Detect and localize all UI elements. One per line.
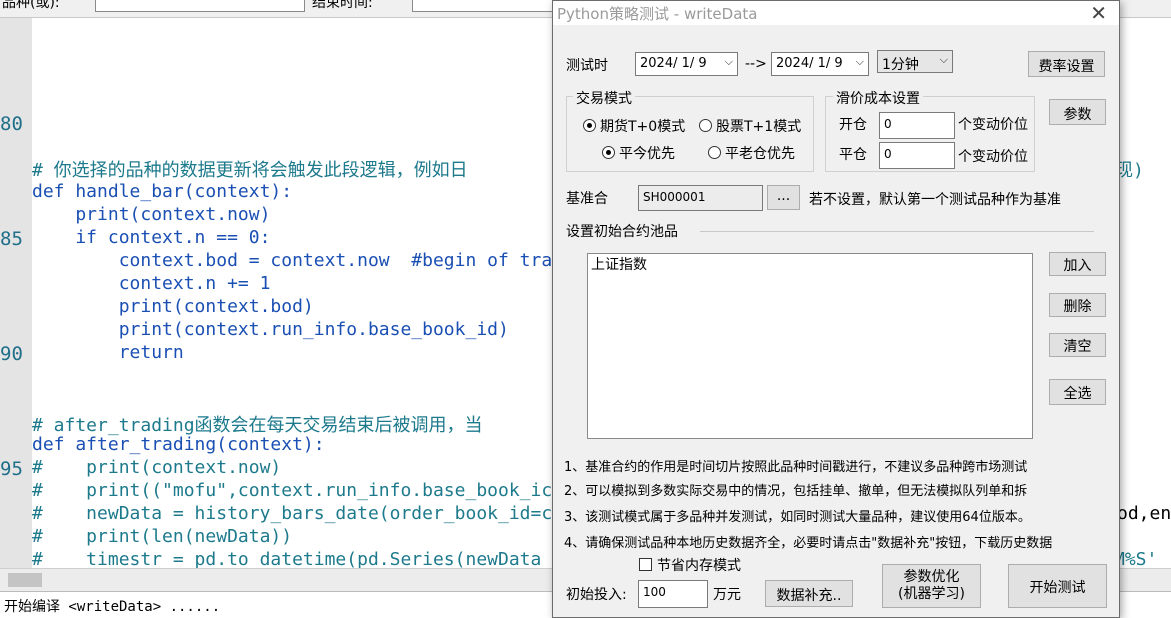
note-line: 1、基准合约的作用是时间切片按照此品种时间戳进行，不建议多品种跨市场测试 xyxy=(564,460,1028,475)
output-text: 开始编译 <writeData> ...... xyxy=(4,599,221,615)
note-line: 3、该测试模式属于多品种并发测试，如同时测试大量品种，建议使用64位版本。 xyxy=(564,510,1031,525)
optimize-button[interactable]: 参数优化 (机器学习) xyxy=(882,564,981,608)
data-supplement-button[interactable]: 数据补充.. xyxy=(765,580,853,607)
close-today-radio[interactable] xyxy=(602,146,615,159)
stocks-mode-radio[interactable] xyxy=(699,119,712,132)
benchmark-hint: 若不设置，默认第一个测试品种作为基准 xyxy=(809,192,1061,208)
save-memory-label: 节省内存模式 xyxy=(657,558,741,574)
code-line: context.n += 1 xyxy=(32,273,271,294)
trade-mode-title: 交易模式 xyxy=(573,88,635,108)
futures-mode-radio[interactable] xyxy=(583,119,596,132)
code-fragment: od,en xyxy=(1117,503,1171,524)
code-line: return xyxy=(32,342,184,363)
dialog-titlebar[interactable]: Python策略测试 - writeData ✕ xyxy=(553,1,1119,25)
symbol-label: 品种(或): xyxy=(2,0,60,11)
initial-unit-label: 万元 xyxy=(713,587,741,603)
period-value: 1分钟 xyxy=(882,57,919,73)
start-date-picker[interactable]: 2024/ 1/ 9 ⌵ xyxy=(635,52,738,76)
code-fragment: M%S' xyxy=(1114,549,1158,570)
strategy-test-dialog: Python策略测试 - writeData ✕ 测试时 2024/ 1/ 9 … xyxy=(552,0,1120,618)
futures-mode-label: 期货T+0模式 xyxy=(600,119,686,135)
line-number: 85 xyxy=(0,228,23,250)
line-number-gutter: 80 85 90 95 xyxy=(0,18,32,568)
optimize-label-2: (机器学习) xyxy=(898,586,965,602)
contract-pool-list[interactable]: 上证指数 xyxy=(587,253,1033,439)
initial-investment-input[interactable]: 100 xyxy=(638,580,708,608)
close-slippage-input[interactable]: 0 xyxy=(879,142,955,169)
close-today-label: 平今优先 xyxy=(619,146,675,162)
code-line: # 你选择的品种的数据更新将会触发此段逻辑，例如日 xyxy=(32,160,468,181)
close-label: 平仓 xyxy=(839,147,867,163)
line-number: 80 xyxy=(0,113,23,135)
open-label: 开仓 xyxy=(839,117,867,133)
date-range-arrow: --> xyxy=(745,56,767,72)
code-line: # newData = history_bars_date(order_book… xyxy=(32,503,553,524)
open-slippage-input[interactable]: 0 xyxy=(879,112,955,139)
dialog-title: Python策略测试 - writeData xyxy=(557,5,758,23)
chevron-down-icon: ⌵ xyxy=(855,55,864,68)
chevron-down-icon: ⌵ xyxy=(939,53,948,66)
code-line: print(context.bod) xyxy=(32,296,314,317)
code-line: def after_trading(context): xyxy=(32,434,325,455)
chevron-down-icon: ⌵ xyxy=(724,55,733,68)
browse-button[interactable]: ... xyxy=(767,185,800,210)
test-time-label: 测试时 xyxy=(566,58,608,74)
code-line: def handle_bar(context): xyxy=(32,181,293,202)
start-date-value: 2024/ 1/ 9 xyxy=(640,56,707,71)
end-date-picker[interactable]: 2024/ 1/ 9 ⌵ xyxy=(771,52,869,76)
end-date-value: 2024/ 1/ 9 xyxy=(776,56,843,71)
period-select[interactable]: 1分钟 ⌵ xyxy=(877,50,953,73)
initial-investment-label: 初始投入: xyxy=(566,587,627,603)
code-line: # timestr = pd.to_datetime(pd.Series(new… xyxy=(32,549,542,570)
end-time-label: 结束时间: xyxy=(312,0,373,11)
start-test-button[interactable]: 开始测试 xyxy=(1008,564,1107,608)
list-item[interactable]: 上证指数 xyxy=(591,254,647,274)
code-line: # print(("mofu",context.run_info.base_bo… xyxy=(32,480,553,501)
clear-button[interactable]: 清空 xyxy=(1049,333,1106,357)
fee-settings-button[interactable]: 费率设置 xyxy=(1028,51,1105,77)
code-line: if context.n == 0: xyxy=(32,227,271,248)
pool-divider xyxy=(700,231,1094,232)
optimize-label-1: 参数优化 xyxy=(903,569,960,585)
code-line: # print(len(newData)) xyxy=(32,526,293,547)
stocks-mode-label: 股票T+1模式 xyxy=(716,119,802,135)
pool-title: 设置初始合约池品 xyxy=(566,224,678,240)
code-line: print(context.now) xyxy=(32,204,271,225)
close-icon[interactable]: ✕ xyxy=(1090,1,1107,25)
code-line: # print(context.now) xyxy=(32,457,282,478)
params-button[interactable]: 参数 xyxy=(1049,99,1106,125)
delete-button[interactable]: 删除 xyxy=(1049,293,1106,317)
benchmark-input[interactable]: SH000001 xyxy=(638,185,763,211)
line-number: 95 xyxy=(0,458,23,480)
end-time-field[interactable] xyxy=(412,0,554,12)
scrollbar-thumb[interactable] xyxy=(8,573,42,587)
benchmark-label: 基准合 xyxy=(566,191,608,207)
save-memory-checkbox[interactable] xyxy=(639,558,652,571)
add-button[interactable]: 加入 xyxy=(1049,252,1106,276)
code-line: print(context.run_info.base_book_id) xyxy=(32,319,509,340)
close-old-label: 平老仓优先 xyxy=(725,146,795,162)
close-old-radio[interactable] xyxy=(708,146,721,159)
note-line: 4、请确保测试品种本地历史数据齐全，必要时请点击"数据补充"按钮，下载历史数据 xyxy=(564,536,1053,551)
close-unit-label: 个变动价位 xyxy=(958,149,1028,165)
select-all-button[interactable]: 全选 xyxy=(1049,379,1106,405)
code-line: context.bod = context.now #begin of tra xyxy=(32,250,553,271)
slippage-title: 滑价成本设置 xyxy=(833,88,923,108)
open-unit-label: 个变动价位 xyxy=(958,117,1028,133)
symbol-field[interactable] xyxy=(95,0,305,12)
note-line: 2、可以模拟到多数实际交易中的情况，包括挂单、撤单，但无法模拟队列单和拆 xyxy=(564,484,1028,499)
line-number: 90 xyxy=(0,343,23,365)
